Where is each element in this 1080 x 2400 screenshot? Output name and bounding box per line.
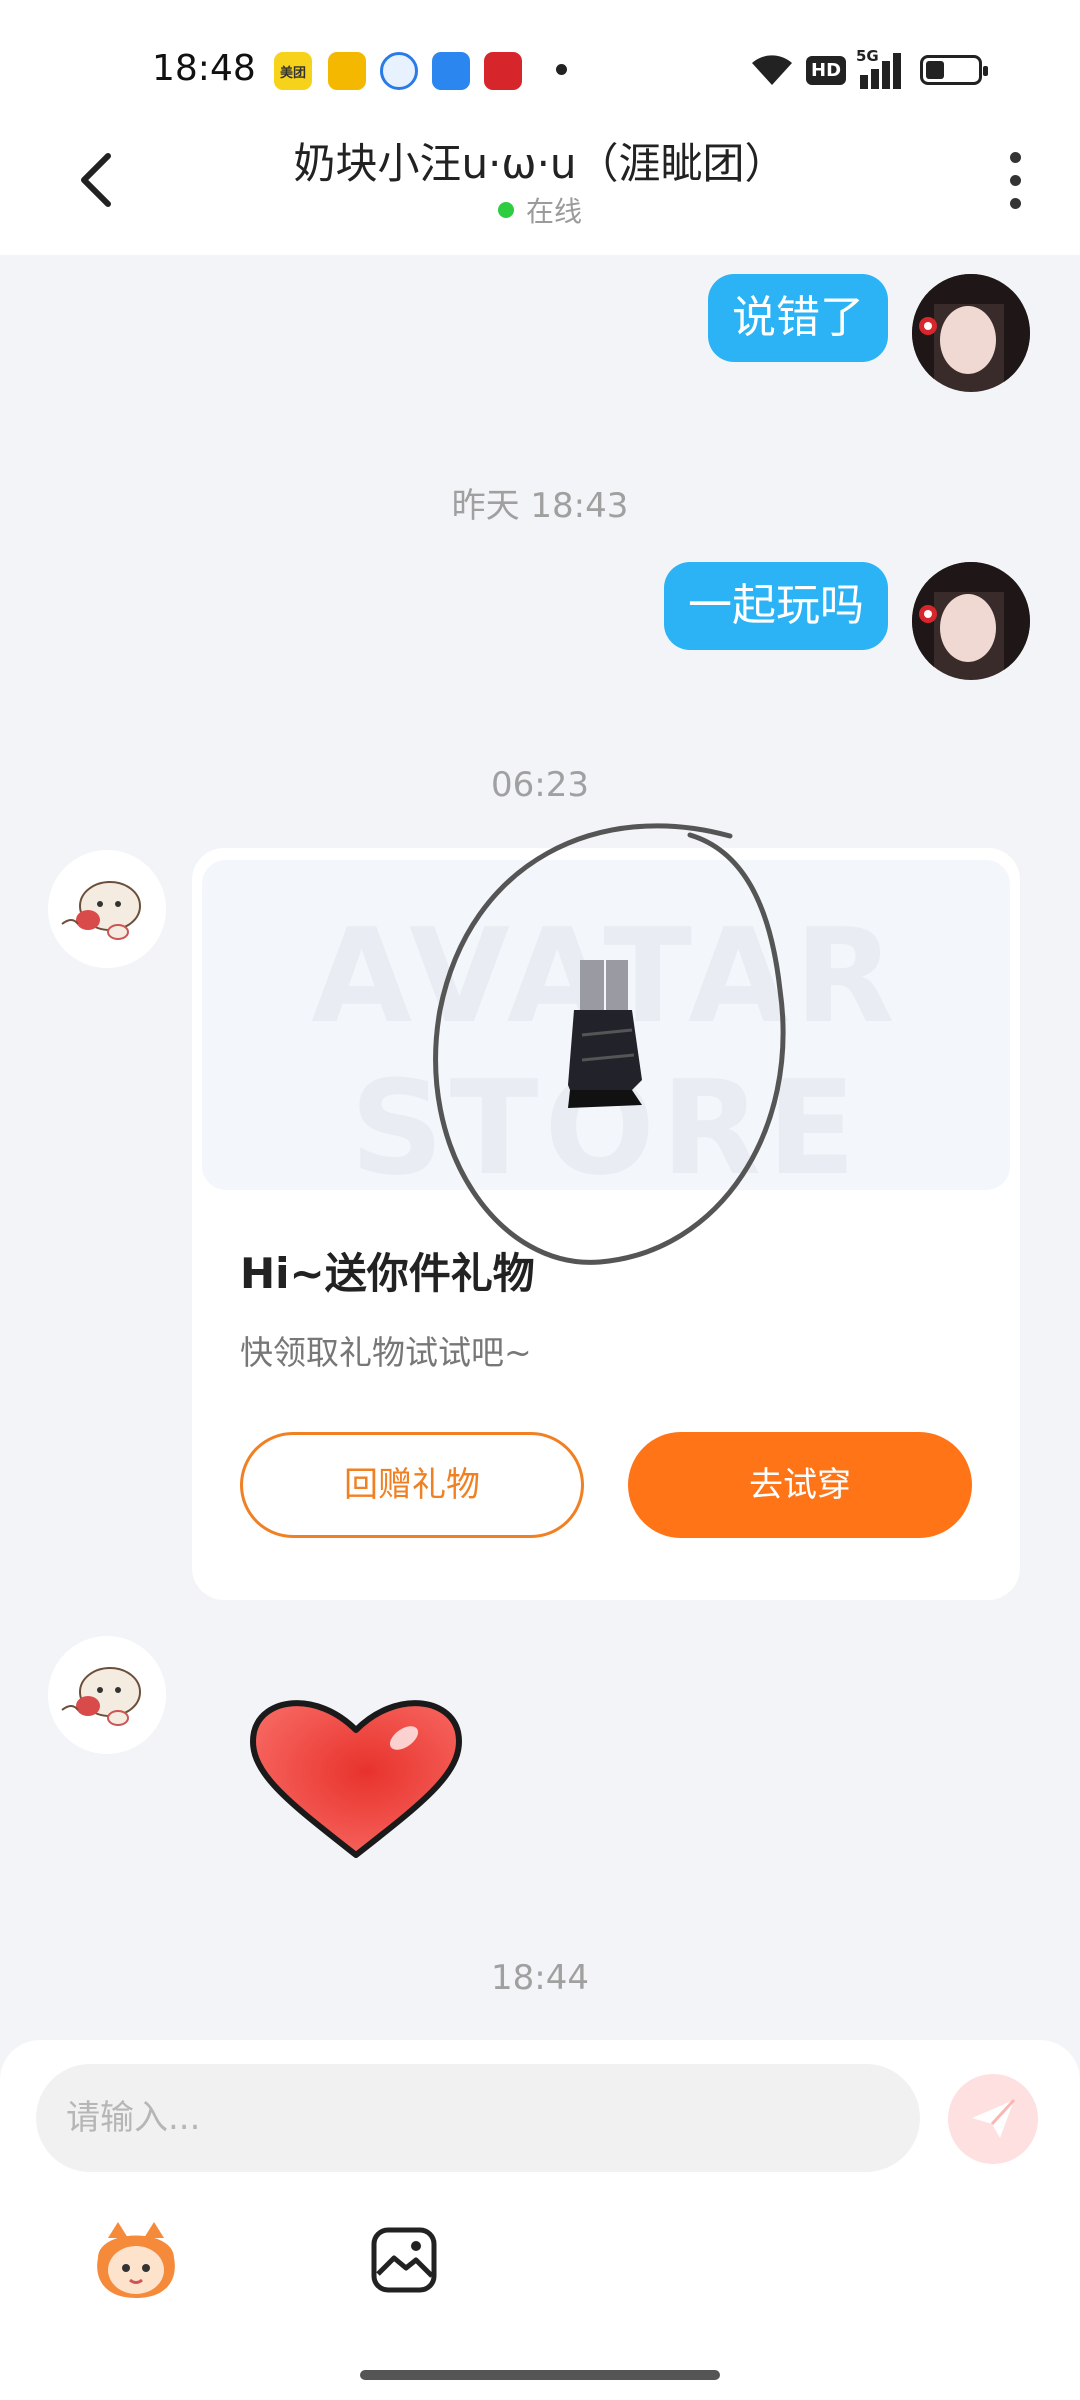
mascot-emoji-icon bbox=[97, 2222, 175, 2298]
battery-icon bbox=[920, 50, 988, 90]
gift-card[interactable]: AVATAR STORE Hi~送你件礼物 快领取礼物试试吧~ 回赠礼物 去试穿 bbox=[192, 848, 1020, 1600]
meituan-label: 美团 bbox=[279, 65, 306, 81]
try-on-button[interactable]: 去试穿 bbox=[628, 1432, 972, 1538]
my-avatar[interactable] bbox=[912, 274, 1030, 392]
timestamp: 昨天 18:43 bbox=[451, 486, 629, 526]
heart-icon bbox=[250, 1700, 462, 1858]
status-time: 18:48 bbox=[152, 48, 256, 89]
book-app-icon bbox=[328, 52, 366, 90]
network-label: 5G bbox=[856, 47, 879, 65]
message-input[interactable]: 请输入... bbox=[36, 2064, 920, 2172]
status-bar: 18:48 美团 HD 5G bbox=[0, 0, 1080, 140]
online-status: 在线 bbox=[0, 190, 1080, 230]
browser-app-icon bbox=[380, 52, 418, 90]
home-indicator[interactable] bbox=[360, 2370, 720, 2380]
send-button[interactable] bbox=[948, 2074, 1038, 2164]
meituan-app-icon: 美团 bbox=[274, 52, 312, 90]
image-icon bbox=[371, 2227, 437, 2293]
bank-app-icon bbox=[484, 52, 522, 90]
more-dot-icon bbox=[1009, 198, 1021, 209]
more-dot-icon bbox=[1009, 152, 1021, 163]
timestamp: 18:44 bbox=[491, 1958, 589, 1998]
signal-icon: 5G bbox=[856, 47, 906, 90]
send-icon bbox=[972, 2098, 1016, 2138]
hd-label: HD bbox=[806, 55, 847, 85]
gift-image[interactable]: AVATAR STORE bbox=[202, 860, 1010, 1190]
more-dot-icon bbox=[1009, 175, 1021, 186]
online-dot-icon bbox=[497, 202, 514, 218]
chat-title: 奶块小汪u·ω·u（涯眦团） bbox=[293, 139, 787, 188]
online-label: 在线 bbox=[525, 195, 582, 228]
contact-avatar[interactable] bbox=[48, 850, 166, 968]
image-button[interactable] bbox=[370, 2226, 438, 2294]
wifi-icon bbox=[748, 50, 796, 90]
more-options-button[interactable] bbox=[1000, 152, 1030, 212]
message-bubble-outgoing[interactable]: 说错了 bbox=[708, 274, 888, 362]
message-bubble-outgoing[interactable]: 一起玩吗 bbox=[664, 562, 888, 650]
notification-dot-icon bbox=[556, 64, 567, 75]
timestamp: 06:23 bbox=[491, 765, 589, 805]
gift-subtitle: 快领取礼物试试吧~ bbox=[240, 1333, 532, 1372]
hd-icon: HD bbox=[806, 50, 847, 90]
emoji-button[interactable] bbox=[88, 2218, 184, 2304]
app-icon bbox=[432, 52, 470, 90]
gift-boots-icon bbox=[568, 960, 642, 1108]
contact-avatar[interactable] bbox=[48, 1636, 166, 1754]
return-gift-button[interactable]: 回赠礼物 bbox=[240, 1432, 584, 1538]
my-avatar[interactable] bbox=[912, 562, 1030, 680]
gift-title: Hi~送你件礼物 bbox=[240, 1249, 535, 1298]
heart-sticker[interactable] bbox=[246, 1690, 466, 1860]
